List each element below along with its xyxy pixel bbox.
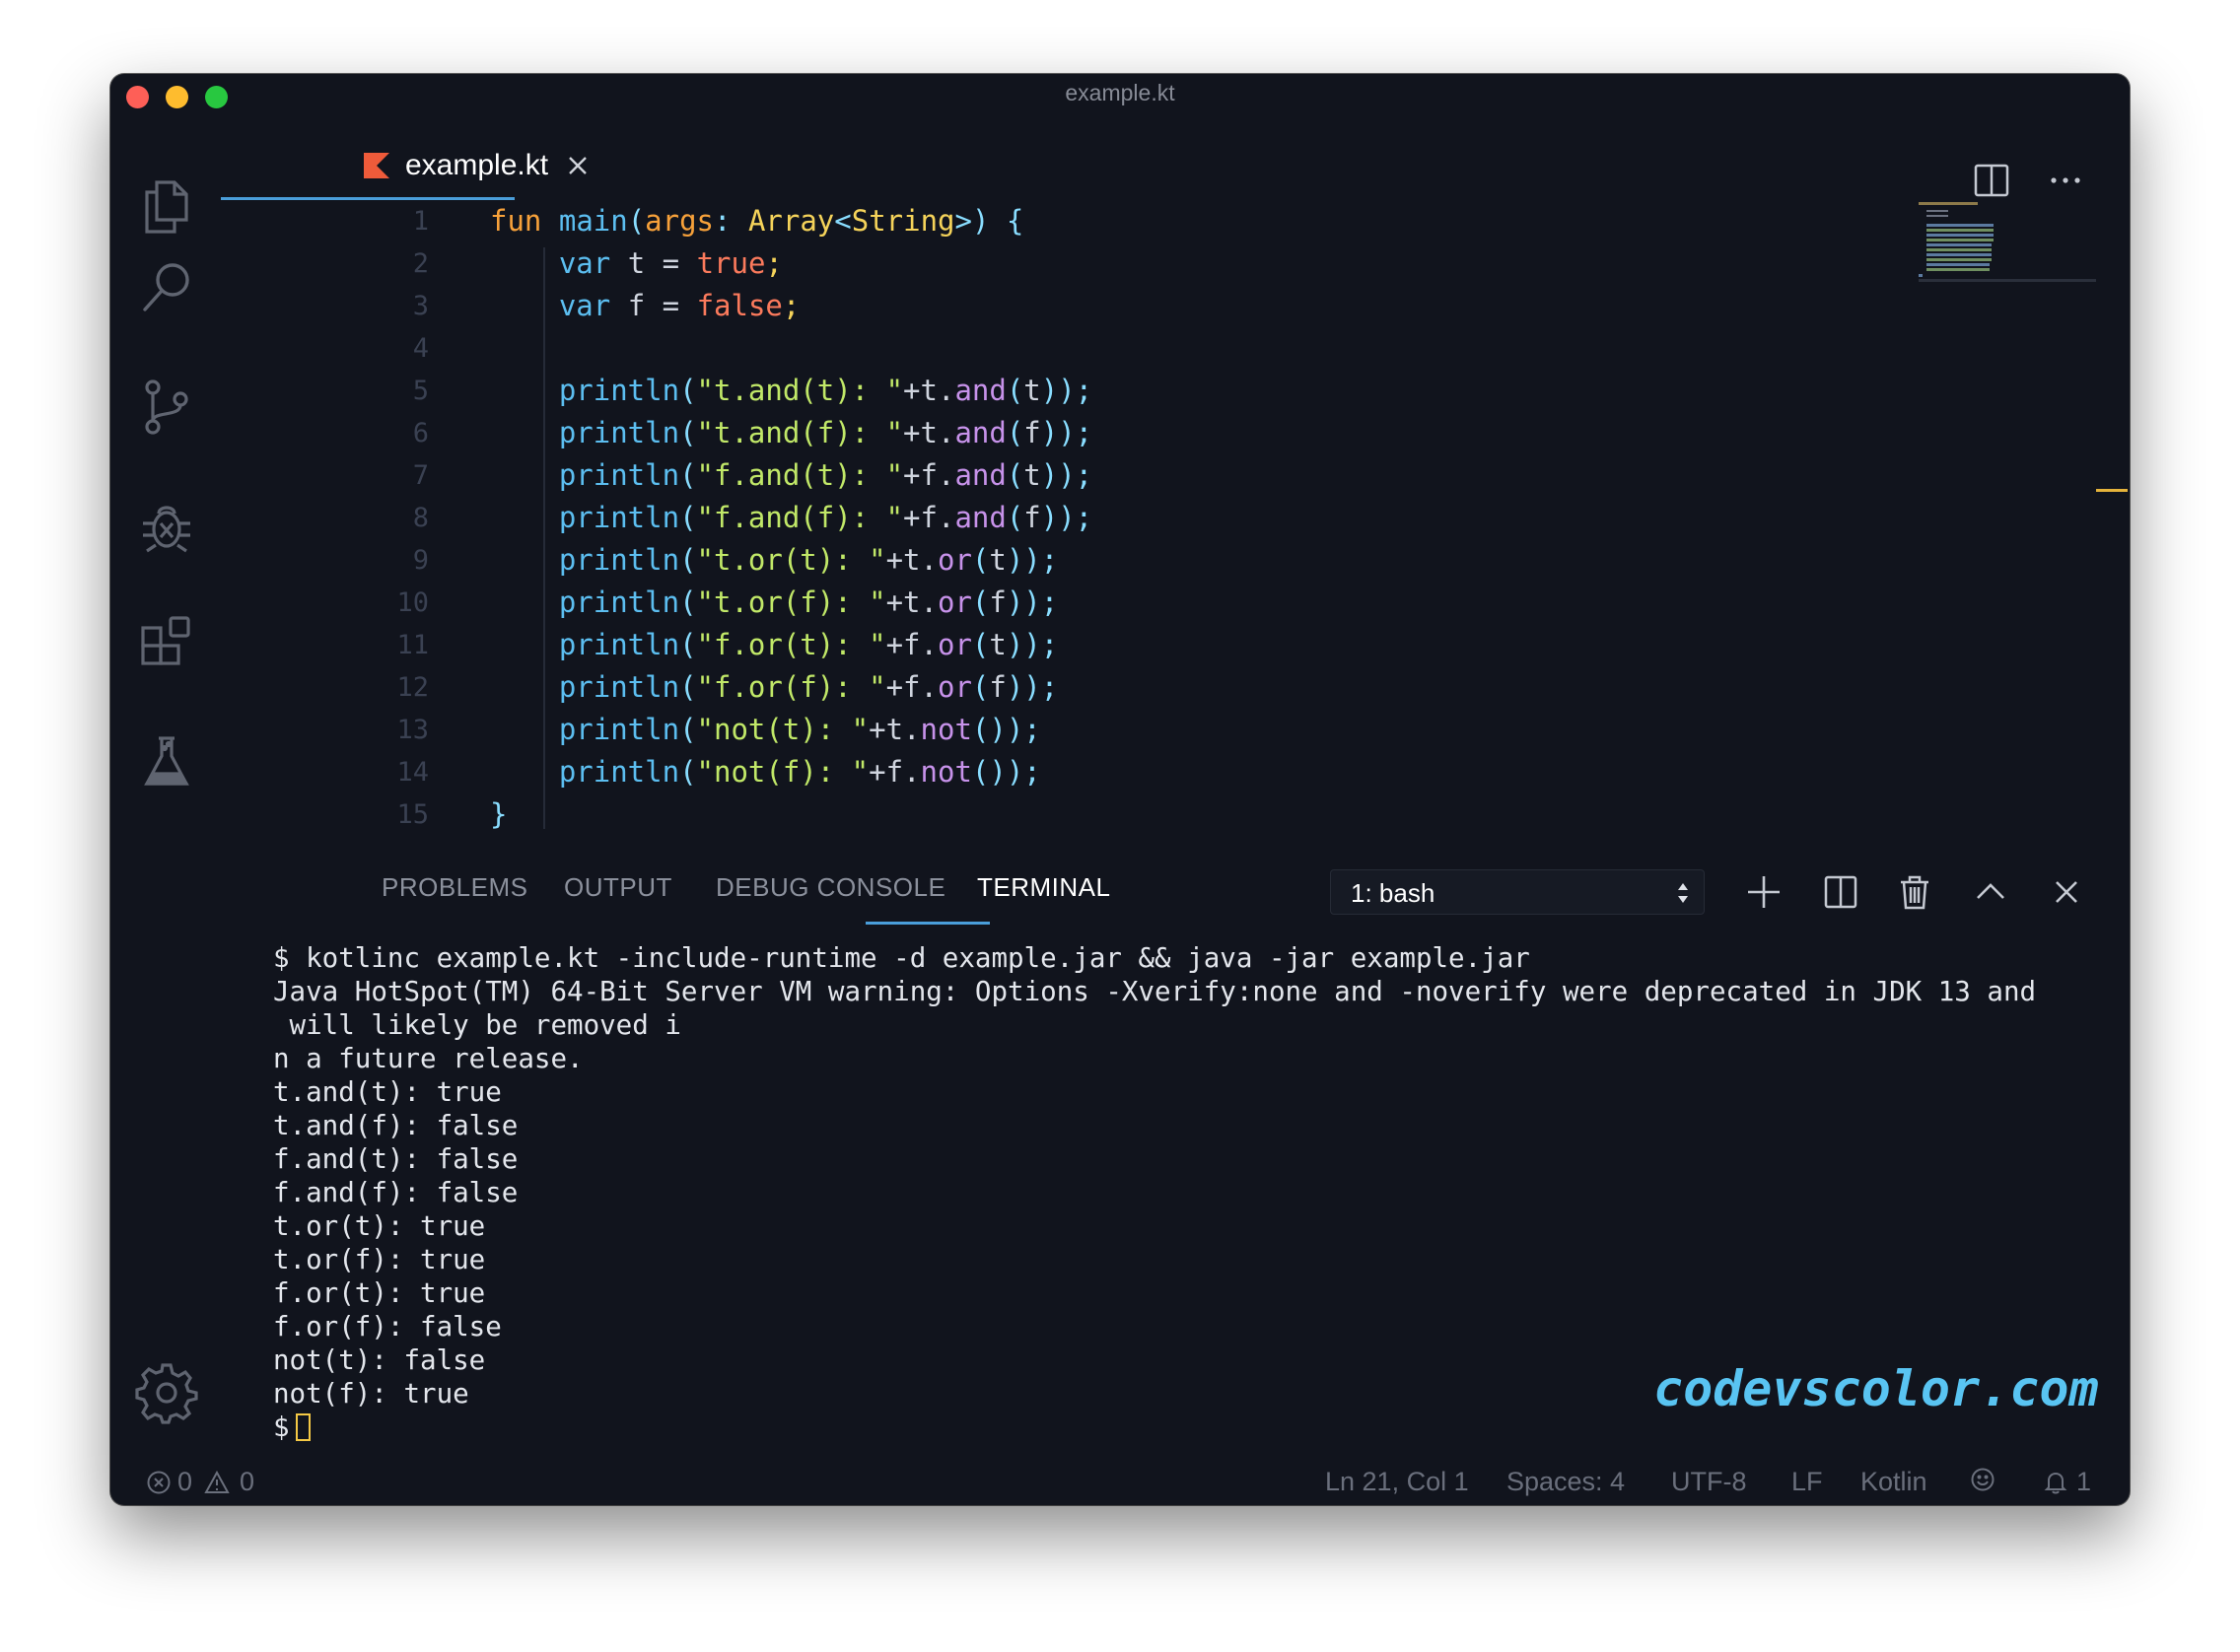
scrollbar-marker [2096, 489, 2128, 492]
terminal-line: not(t): false [273, 1344, 486, 1376]
line-number: 8 [412, 503, 429, 533]
code-line: fun main(args: Array<String>) { [490, 204, 1024, 238]
tab-label: example.kt [405, 149, 549, 181]
select-arrows-icon [1678, 883, 1688, 903]
terminal-prompt: $ [273, 1411, 290, 1443]
flask-icon[interactable] [135, 730, 198, 793]
line-number: 14 [396, 757, 429, 788]
code-line: println("f.or(t): "+f.or(t)); [558, 628, 1059, 661]
tab-example-kt[interactable]: example.kt [334, 141, 590, 190]
terminal-line: f.or(t): true [273, 1277, 486, 1309]
terminal-line: n a future release. [273, 1043, 584, 1074]
code-line: println("f.and(f): "+f.and(f)); [558, 501, 1093, 534]
code-line: var f = false; [558, 289, 801, 322]
line-number: 1 [412, 206, 429, 237]
extensions-icon[interactable] [135, 612, 198, 675]
cursor-position[interactable]: Ln 21, Col 1 [1325, 1467, 1469, 1497]
line-number: 11 [396, 630, 429, 660]
line-number: 4 [412, 333, 429, 364]
terminal-line: t.and(t): true [273, 1076, 502, 1108]
terminal-line: t.or(f): true [273, 1244, 486, 1275]
terminal-line: t.and(f): false [273, 1110, 519, 1141]
tab-bar: example.kt [224, 117, 2130, 200]
notifications-status[interactable]: 1 [2043, 1467, 2091, 1497]
split-editor-icon[interactable] [1972, 161, 2011, 200]
terminal-line: f.or(f): false [273, 1311, 502, 1342]
watermark: codevscolor.com [1653, 1360, 2099, 1417]
terminal-line: not(f): true [273, 1378, 469, 1410]
tab-terminal[interactable]: TERMINAL [977, 872, 1110, 903]
activity-bar [110, 117, 224, 1478]
warning-count: 0 [240, 1467, 255, 1496]
files-icon[interactable] [135, 174, 198, 238]
feedback-icon[interactable] [1970, 1467, 1995, 1492]
code-line: println("f.or(f): "+f.or(f)); [558, 670, 1059, 704]
error-icon [147, 1471, 171, 1493]
indentation-status[interactable]: Spaces: 4 [1506, 1467, 1625, 1497]
terminal-line: t.or(t): true [273, 1210, 486, 1242]
line-number: 10 [396, 587, 429, 618]
terminal-line: f.and(f): false [273, 1177, 519, 1208]
line-number: 12 [396, 672, 429, 703]
tab-debug-console[interactable]: DEBUG CONSOLE [716, 872, 945, 903]
code-line: println("t.and(f): "+t.and(f)); [558, 416, 1093, 449]
panel-tab-active-indicator [866, 922, 990, 925]
terminal-prompt-line: $ [273, 1411, 311, 1444]
line-number: 15 [396, 799, 429, 830]
search-icon[interactable] [135, 256, 198, 319]
notification-count: 1 [2076, 1467, 2092, 1496]
code-line: println("t.and(t): "+t.and(t)); [558, 374, 1093, 407]
source-control-icon[interactable] [135, 376, 198, 439]
line-number: 5 [412, 376, 429, 406]
tab-problems[interactable]: PROBLEMS [382, 872, 528, 903]
line-number: 9 [412, 545, 429, 576]
line-number: 3 [412, 291, 429, 321]
terminal-line: Java HotSpot(TM) 64-Bit Server VM warnin… [273, 976, 2037, 1007]
debug-icon[interactable] [135, 494, 198, 557]
trash-icon[interactable] [1893, 870, 1936, 914]
code-line: println("t.or(t): "+t.or(t)); [558, 543, 1059, 577]
close-icon[interactable] [566, 154, 590, 177]
bell-icon [2044, 1472, 2067, 1493]
terminal-line: $ kotlinc example.kt -include-runtime -d… [273, 942, 1530, 974]
editor-window: example.kt example.kt 1 fun main(args: A… [110, 74, 2130, 1505]
code-line: var t = true; [558, 246, 783, 280]
close-panel-icon[interactable] [2045, 870, 2088, 914]
eol-status[interactable]: LF [1791, 1467, 1823, 1497]
code-line: println("not(f): "+f.not()); [558, 755, 1041, 789]
title-bar: example.kt [110, 74, 2130, 117]
new-terminal-icon[interactable] [1742, 870, 1785, 914]
terminal-select[interactable]: 1: bash [1330, 869, 1705, 915]
code-line: println("not(t): "+t.not()); [558, 713, 1041, 746]
window-title: example.kt [1065, 80, 1175, 105]
line-number: 13 [396, 715, 429, 745]
kotlin-icon [364, 153, 389, 178]
chevron-up-icon[interactable] [1969, 870, 2012, 914]
minimap[interactable] [1919, 198, 2096, 287]
line-number: 7 [412, 460, 429, 491]
status-bar: 0 0 Ln 21, Col 1 Spaces: 4 UTF-8 LF Kotl… [110, 1459, 2130, 1505]
code-line: println("f.and(t): "+f.and(t)); [558, 458, 1093, 492]
gear-icon[interactable] [135, 1361, 198, 1424]
encoding-status[interactable]: UTF-8 [1671, 1467, 1747, 1497]
minimap-slider[interactable] [1919, 279, 2096, 282]
tab-output[interactable]: OUTPUT [564, 872, 672, 903]
language-status[interactable]: Kotlin [1860, 1467, 1927, 1497]
terminal-cursor [295, 1413, 311, 1441]
error-count: 0 [177, 1467, 193, 1496]
warning-icon [204, 1470, 230, 1493]
code-editor[interactable]: 1 fun main(args: Array<String>) { 2 var t… [273, 200, 2008, 910]
code-line: println("t.or(f): "+t.or(f)); [558, 585, 1059, 619]
line-number: 6 [412, 418, 429, 448]
code-line: } [490, 797, 508, 831]
more-actions-icon[interactable] [2046, 161, 2085, 200]
split-terminal-icon[interactable] [1819, 870, 1862, 914]
problems-status[interactable]: 0 0 [146, 1467, 254, 1497]
terminal-line: f.and(t): false [273, 1143, 519, 1175]
line-number: 2 [412, 248, 429, 279]
terminal-select-value: 1: bash [1351, 878, 1435, 908]
terminal-line: will likely be removed i [273, 1009, 681, 1041]
